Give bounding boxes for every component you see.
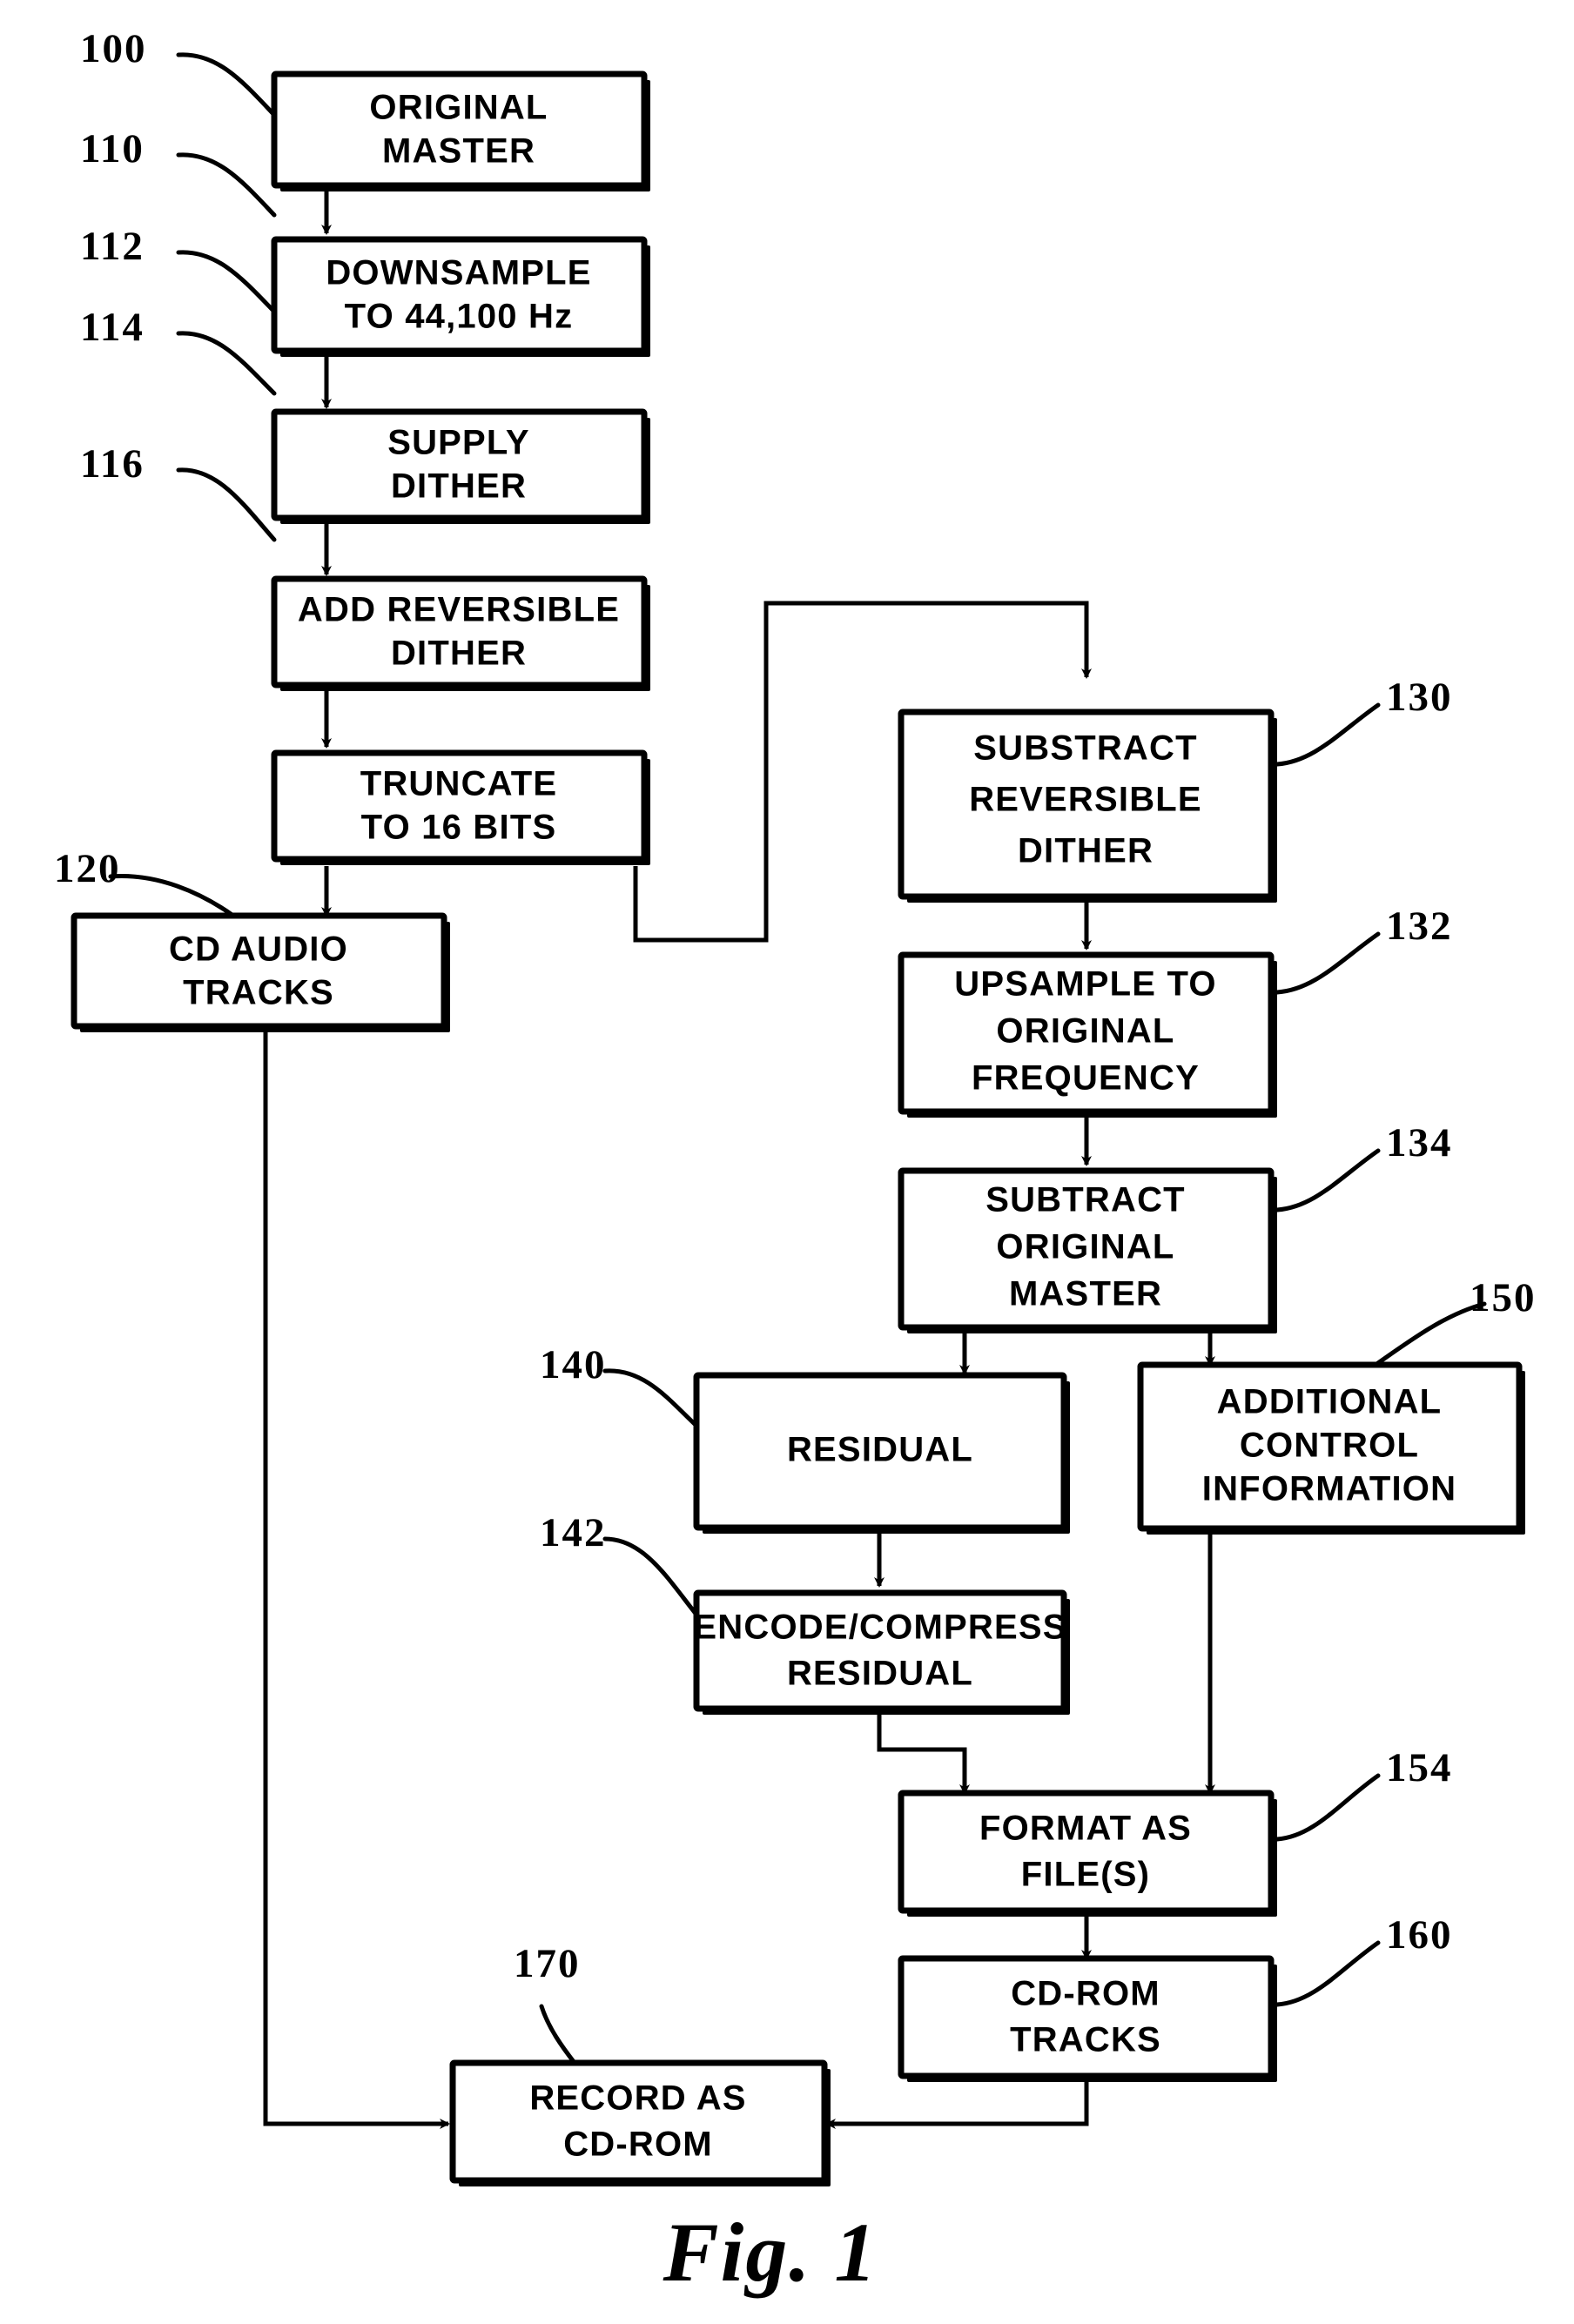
connector-120-170	[263, 1032, 450, 2129]
leader-140: 140	[540, 1342, 699, 1428]
node-label: ADD REVERSIBLE	[298, 591, 620, 629]
leader-154: 154	[1275, 1745, 1453, 1842]
node-add-reversible-dither[interactable]: ADD REVERSIBLE DITHER	[271, 575, 650, 691]
node-label: TRACKS	[1010, 2021, 1161, 2059]
connector-142-154	[877, 1709, 970, 1795]
node-label: CD-ROM	[563, 2126, 713, 2164]
node-format-as-files[interactable]: FORMAT AS FILE(S)	[898, 1790, 1277, 1917]
ref-numeral: 134	[1386, 1120, 1453, 1165]
node-label: DOWNSAMPLE	[326, 254, 591, 292]
leader-134: 134	[1275, 1120, 1453, 1212]
node-label: DITHER	[391, 635, 527, 673]
node-label: ORIGINAL	[996, 1012, 1174, 1051]
node-label: RESIDUAL	[787, 1655, 973, 1693]
ref-numeral: 130	[1386, 675, 1453, 720]
node-label: UPSAMPLE TO	[954, 965, 1216, 1004]
ref-numeral: 116	[80, 441, 145, 487]
node-label: MASTER	[1009, 1275, 1162, 1313]
ref-numeral: 100	[80, 26, 147, 71]
node-label: ADDITIONAL	[1217, 1383, 1443, 1421]
ref-numeral: 170	[514, 1941, 581, 1986]
leader-114: 114	[80, 305, 277, 396]
node-supply-dither[interactable]: SUPPLY DITHER	[271, 408, 650, 524]
ref-numeral: 114	[80, 305, 145, 350]
node-label: RESIDUAL	[787, 1431, 973, 1469]
flowchart-diagram: ORIGINAL MASTER 100 DOWNSAMPLE TO 44,100…	[54, 26, 1537, 2299]
node-label: TRUNCATE	[360, 765, 558, 803]
node-original-master[interactable]: ORIGINAL MASTER	[271, 71, 650, 191]
node-label: FREQUENCY	[972, 1059, 1200, 1098]
ref-numeral: 132	[1386, 903, 1453, 949]
node-additional-control-information[interactable]: ADDITIONAL CONTROL INFORMATION	[1137, 1361, 1525, 1535]
figure-caption: Fig. 1	[663, 2206, 878, 2299]
node-subtract-reversible-dither[interactable]: SUBSTRACT REVERSIBLE DITHER	[898, 709, 1277, 903]
leader-130: 130	[1275, 675, 1453, 767]
node-label: DITHER	[391, 467, 527, 506]
ref-numeral: 112	[80, 224, 145, 269]
node-label: SUBSTRACT	[973, 729, 1197, 768]
leader-170: 170	[514, 1941, 581, 2065]
leader-112: 112	[80, 224, 277, 314]
connector-160-170	[825, 2076, 1089, 2129]
node-downsample[interactable]: DOWNSAMPLE TO 44,100 Hz	[271, 236, 650, 357]
node-label: ORIGINAL	[996, 1228, 1174, 1266]
node-label: ENCODE/COMPRESS	[693, 1609, 1066, 1647]
leader-150: 150	[1373, 1275, 1537, 1367]
node-label: TO 44,100 Hz	[345, 298, 574, 336]
node-label: SUPPLY	[387, 424, 530, 462]
node-label: DITHER	[1018, 832, 1154, 870]
node-label: REVERSIBLE	[969, 781, 1202, 819]
node-cd-rom-tracks[interactable]: CD-ROM TRACKS	[898, 1955, 1277, 2082]
node-label: INFORMATION	[1202, 1470, 1456, 1508]
node-truncate[interactable]: TRUNCATE TO 16 BITS	[271, 749, 650, 865]
node-label: FORMAT AS	[979, 1810, 1192, 1848]
ref-numeral: 150	[1470, 1275, 1537, 1320]
ref-numeral: 154	[1386, 1745, 1453, 1790]
patent-figure: ORIGINAL MASTER 100 DOWNSAMPLE TO 44,100…	[0, 0, 1574, 2324]
node-subtract-original-master[interactable]: SUBTRACT ORIGINAL MASTER	[898, 1167, 1277, 1333]
ref-numeral: 120	[54, 846, 121, 891]
leader-120: 120	[54, 846, 236, 918]
leader-132: 132	[1275, 903, 1453, 995]
node-upsample[interactable]: UPSAMPLE TO ORIGINAL FREQUENCY	[898, 951, 1277, 1118]
leader-110: 110	[80, 126, 277, 218]
ref-numeral: 160	[1386, 1912, 1453, 1958]
leader-142: 142	[540, 1510, 699, 1617]
node-label: CD AUDIO	[169, 930, 348, 969]
node-label: RECORD AS	[529, 2079, 746, 2118]
node-encode-compress-residual[interactable]: ENCODE/COMPRESS RESIDUAL	[693, 1589, 1070, 1715]
leader-160: 160	[1275, 1912, 1453, 2007]
node-label: TO 16 BITS	[361, 809, 557, 847]
node-label: CD-ROM	[1011, 1975, 1160, 2013]
node-label: ORIGINAL	[369, 89, 548, 127]
node-label: MASTER	[382, 132, 535, 171]
ref-numeral: 142	[540, 1510, 607, 1555]
leader-100: 100	[80, 26, 277, 118]
ref-numeral: 110	[80, 126, 145, 171]
node-cd-audio-tracks[interactable]: CD AUDIO TRACKS	[71, 912, 450, 1032]
node-label: TRACKS	[183, 974, 334, 1012]
node-record-as-cdrom[interactable]: RECORD AS CD-ROM	[449, 2059, 831, 2186]
leader-116: 116	[80, 441, 277, 542]
node-residual[interactable]: RESIDUAL	[693, 1372, 1070, 1534]
node-label: FILE(S)	[1021, 1856, 1150, 1894]
ref-numeral: 140	[540, 1342, 607, 1387]
node-label: CONTROL	[1240, 1427, 1419, 1465]
node-label: SUBTRACT	[985, 1181, 1186, 1219]
